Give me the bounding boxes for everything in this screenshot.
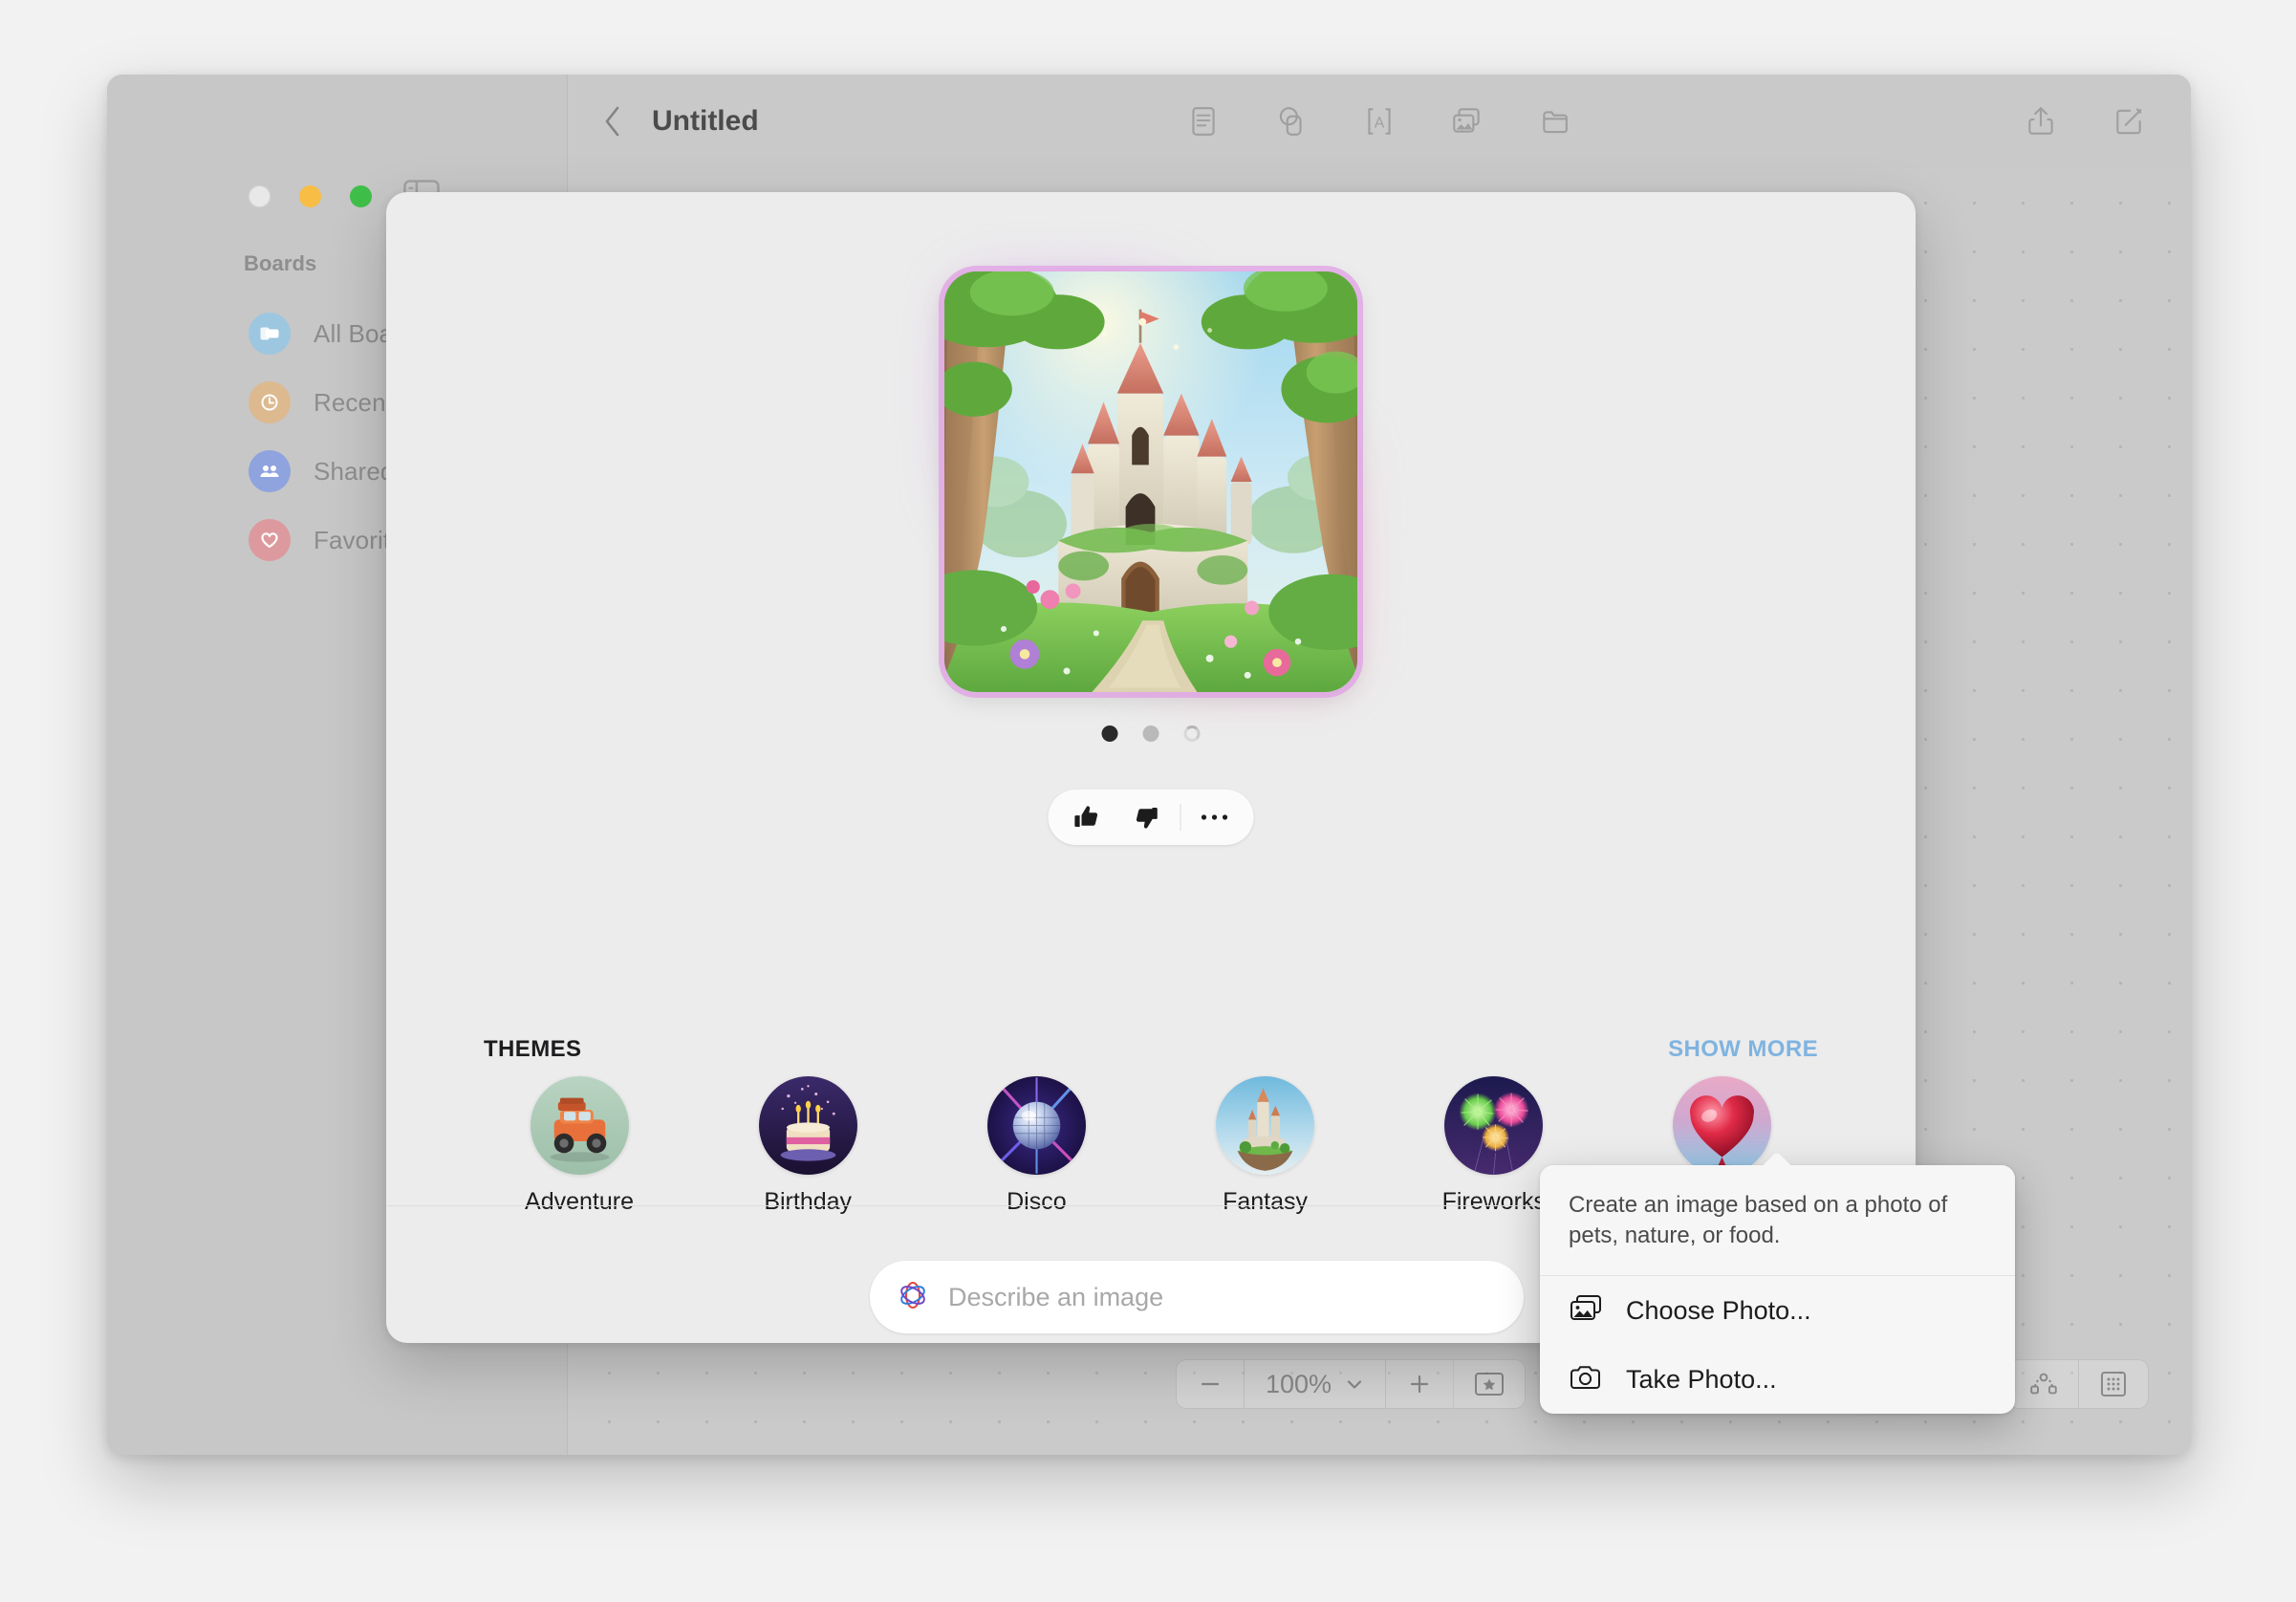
- minimize-button[interactable]: [299, 185, 321, 207]
- compose-icon[interactable]: [2109, 101, 2149, 141]
- fireworks-theme-icon: [1444, 1076, 1544, 1175]
- fantasy-castle-illustration: [944, 271, 1357, 692]
- insert-file-icon[interactable]: [1535, 101, 1575, 141]
- heart-icon: [249, 519, 291, 561]
- people-icon: [249, 450, 291, 492]
- ellipsis-icon[interactable]: [1185, 790, 1245, 845]
- zoom-controls: 100%: [1176, 1359, 1527, 1409]
- page-dot[interactable]: [1101, 725, 1118, 742]
- divider: [1180, 804, 1181, 831]
- theme-fantasy[interactable]: Fantasy: [1170, 1076, 1361, 1216]
- menu-item-label: Take Photo...: [1626, 1364, 1777, 1394]
- thumbs-up-icon[interactable]: [1058, 790, 1117, 845]
- theme-disco[interactable]: Disco: [941, 1076, 1132, 1216]
- generated-image[interactable]: [929, 256, 1373, 707]
- favorite-view-button[interactable]: [1453, 1360, 1525, 1408]
- text-box-icon[interactable]: A: [1359, 101, 1399, 141]
- toolbar-center-tools: A: [568, 101, 2191, 141]
- generated-image-frame: [944, 271, 1357, 692]
- image-page-dots[interactable]: [1101, 725, 1201, 742]
- show-more-button[interactable]: SHOW MORE: [1668, 1036, 1818, 1063]
- camera-icon: [1569, 1363, 1603, 1396]
- close-button[interactable]: [249, 185, 271, 207]
- clock-icon: [249, 381, 291, 423]
- theme-adventure[interactable]: Adventure: [484, 1076, 675, 1216]
- canvas-view-controls: [2008, 1359, 2149, 1409]
- disco-theme-icon: [986, 1076, 1086, 1175]
- feedback-controls: [1048, 790, 1254, 845]
- popover-description: Create an image based on a photo of pets…: [1569, 1192, 1948, 1249]
- sidebar-section-header: Boards: [244, 251, 317, 275]
- adventure-theme-icon: [530, 1076, 629, 1175]
- choose-photo-menu-item[interactable]: Choose Photo...: [1540, 1276, 2015, 1346]
- thumbs-down-icon[interactable]: [1117, 790, 1177, 845]
- chevron-left-icon[interactable]: [602, 105, 623, 138]
- maximize-button[interactable]: [350, 185, 372, 207]
- chevron-down-icon: [1347, 1380, 1362, 1389]
- sticky-note-icon[interactable]: [1183, 101, 1224, 141]
- page-title: Untitled: [652, 105, 759, 137]
- fantasy-theme-icon: [1216, 1076, 1315, 1175]
- sidebar-item-label: Shared: [314, 456, 395, 486]
- share-icon[interactable]: [2021, 101, 2061, 141]
- window-controls: [249, 185, 372, 207]
- zoom-in-button[interactable]: [1386, 1360, 1453, 1408]
- boards-icon: [249, 313, 291, 355]
- svg-text:A: A: [1375, 115, 1385, 131]
- photo-icon: [1569, 1293, 1603, 1329]
- photo-source-popover: Create an image based on a photo of pets…: [1540, 1165, 2015, 1414]
- shapes-icon[interactable]: [1271, 101, 1311, 141]
- love-theme-icon: [1673, 1076, 1772, 1175]
- themes-title: THEMES: [484, 1036, 582, 1062]
- themes-header: THEMES SHOW MORE: [484, 1036, 1818, 1063]
- zoom-level-value: 100%: [1266, 1369, 1332, 1398]
- grid-icon[interactable]: [2079, 1360, 2148, 1408]
- menu-item-label: Choose Photo...: [1626, 1295, 1811, 1325]
- zoom-out-button[interactable]: [1177, 1360, 1244, 1408]
- birthday-theme-icon: [758, 1076, 857, 1175]
- zoom-level-menu[interactable]: 100%: [1245, 1360, 1385, 1408]
- popover-arrow: [1762, 1151, 1792, 1166]
- toolbar: Untitled A: [568, 75, 2191, 168]
- media-icon[interactable]: [1447, 101, 1487, 141]
- theme-birthday[interactable]: Birthday: [712, 1076, 903, 1216]
- take-photo-menu-item[interactable]: Take Photo...: [1540, 1346, 2015, 1414]
- toolbar-right-tools: [2021, 101, 2149, 141]
- page-dot[interactable]: [1142, 725, 1159, 742]
- connect-nodes-icon[interactable]: [2009, 1360, 2078, 1408]
- page-dot-loading: [1183, 725, 1201, 742]
- playground-body: THEMES SHOW MORE Adventure Birthday Disc…: [386, 192, 1916, 1333]
